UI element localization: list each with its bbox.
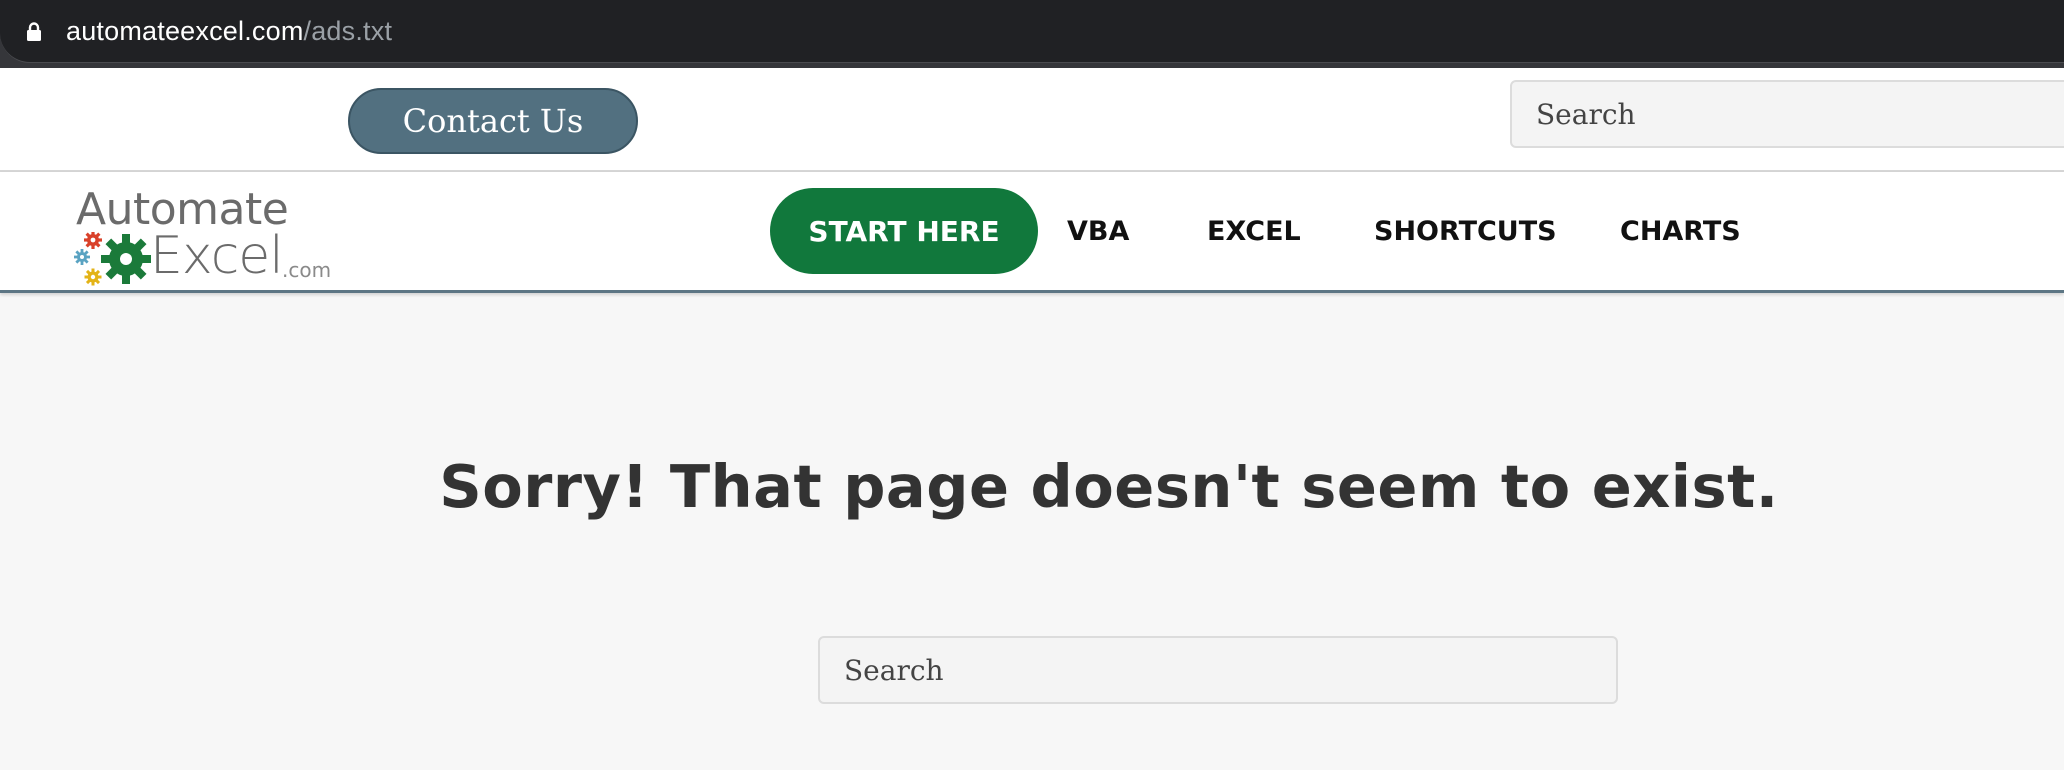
nav-item-charts[interactable]: CHARTS (1620, 188, 1741, 274)
address-url[interactable]: automateexcel.com/ads.txt (66, 14, 392, 48)
main-navigation: Automate Excel .com START HERE VBA EXCEL… (0, 172, 2064, 293)
contact-us-button[interactable]: Contact Us (348, 88, 638, 154)
top-utility-bar: Contact Us (0, 68, 2064, 172)
nav-item-shortcuts[interactable]: SHORTCUTS (1374, 188, 1557, 274)
header-search-input[interactable] (1510, 80, 2064, 148)
nav-start-here-button[interactable]: START HERE (770, 188, 1038, 274)
page-search-input[interactable] (818, 636, 1618, 704)
nav-item-excel[interactable]: EXCEL (1207, 188, 1301, 274)
url-host: automateexcel.com (66, 16, 304, 46)
url-path: /ads.txt (303, 16, 393, 46)
logo-text-excel: Excel (150, 226, 284, 286)
address-bar[interactable]: automateexcel.com/ads.txt (0, 0, 2064, 63)
page-not-found-heading: Sorry! That page doesn't seem to exist. (439, 452, 1779, 521)
logo-text-com: .com (282, 258, 332, 282)
gears-icon (74, 232, 151, 286)
browser-url-bar: automateexcel.com/ads.txt (0, 0, 2064, 68)
nav-item-vba[interactable]: VBA (1067, 188, 1129, 274)
site-logo[interactable]: Automate Excel .com (74, 180, 344, 286)
lock-icon (27, 22, 41, 41)
